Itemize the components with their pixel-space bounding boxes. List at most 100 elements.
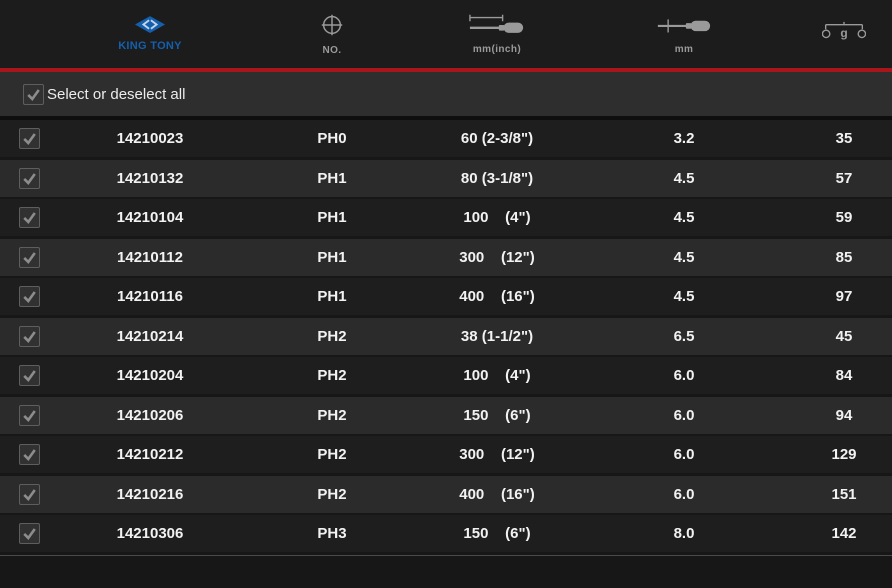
weight-cell: 45: [796, 328, 892, 345]
row-checkbox[interactable]: [19, 365, 40, 386]
length-cell: 400 (16"): [422, 288, 572, 305]
diameter-cell: 4.5: [572, 288, 796, 305]
tip-size-cell: PH2: [242, 367, 422, 384]
table-row[interactable]: 14210023 PH0 60 (2-3/8") 3.2 35: [0, 120, 892, 157]
header-col-brand: KING TONY: [58, 16, 242, 52]
row-checkbox[interactable]: [19, 168, 40, 189]
diameter-cell: 6.0: [572, 486, 796, 503]
row-checkbox[interactable]: [19, 484, 40, 505]
table-row[interactable]: 14210104 PH1 100 (4") 4.5 59: [0, 199, 892, 236]
tip-size-cell: PH2: [242, 407, 422, 424]
select-all-bar: Select or deselect all: [0, 72, 892, 120]
checkmark-icon: [21, 288, 38, 305]
diameter-cell: 6.0: [572, 446, 796, 463]
table-row[interactable]: 14210306 PH3 150 (6") 8.0 142: [0, 515, 892, 552]
row-checkbox[interactable]: [19, 128, 40, 149]
king-tony-logo-icon: [135, 16, 165, 38]
checkmark-icon: [21, 525, 38, 542]
weight-cell: 94: [796, 407, 892, 424]
checkmark-icon: [21, 486, 38, 503]
weight-cell: 59: [796, 209, 892, 226]
part-number-cell: 14210206: [58, 407, 242, 424]
select-all-label: Select or deselect all: [47, 86, 185, 103]
weight-cell: 57: [796, 170, 892, 187]
table-row[interactable]: 14210116 PH1 400 (16") 4.5 97: [0, 278, 892, 315]
part-number-cell: 14210216: [58, 486, 242, 503]
row-checkbox[interactable]: [19, 247, 40, 268]
length-cell: 100 (4"): [422, 367, 572, 384]
scale-icon: g: [822, 19, 866, 50]
table-row[interactable]: 14210212 PH2 300 (12") 6.0 129: [0, 436, 892, 473]
header-label-diameter: mm: [675, 44, 694, 55]
tip-size-cell: PH2: [242, 328, 422, 345]
phillips-circle-icon: [319, 12, 345, 43]
part-number-cell: 14210214: [58, 328, 242, 345]
table-row[interactable]: 14210206 PH2 150 (6") 6.0 94: [0, 397, 892, 434]
row-checkbox[interactable]: [19, 326, 40, 347]
part-number-cell: 14210116: [58, 288, 242, 305]
table-row[interactable]: 14210132 PH1 80 (3-1/8") 4.5 57: [0, 160, 892, 197]
checkmark-icon: [21, 328, 38, 345]
tip-size-cell: PH3: [242, 525, 422, 542]
length-cell: 150 (6"): [422, 407, 572, 424]
weight-cell: 151: [796, 486, 892, 503]
diameter-cell: 8.0: [572, 525, 796, 542]
part-number-cell: 14210112: [58, 249, 242, 266]
length-cell: 80 (3-1/8"): [422, 170, 572, 187]
table-row[interactable]: 14210214 PH2 38 (1-1/2") 6.5 45: [0, 318, 892, 355]
tip-size-cell: PH2: [242, 486, 422, 503]
length-cell: 300 (12"): [422, 249, 572, 266]
table-row[interactable]: 14210112 PH1 300 (12") 4.5 85: [0, 239, 892, 276]
row-checkbox[interactable]: [19, 207, 40, 228]
weight-cell: 97: [796, 288, 892, 305]
checkmark-icon: [21, 209, 38, 226]
part-number-cell: 14210023: [58, 130, 242, 147]
diameter-cell: 4.5: [572, 249, 796, 266]
part-number-cell: 14210212: [58, 446, 242, 463]
checkmark-icon: [21, 446, 38, 463]
tip-size-cell: PH1: [242, 170, 422, 187]
row-checkbox[interactable]: [19, 444, 40, 465]
part-number-cell: 14210104: [58, 209, 242, 226]
tip-size-cell: PH2: [242, 446, 422, 463]
table-row[interactable]: 14210204 PH2 100 (4") 6.0 84: [0, 357, 892, 394]
weight-cell: 35: [796, 130, 892, 147]
part-number-cell: 14210306: [58, 525, 242, 542]
tip-size-cell: PH0: [242, 130, 422, 147]
header-col-part-no: NO.: [242, 12, 422, 56]
product-table-panel: KING TONY NO.: [0, 0, 892, 588]
product-rows: 14210023 PH0 60 (2-3/8") 3.2 35 14210132…: [0, 120, 892, 552]
header-col-length: mm(inch): [422, 13, 572, 55]
header-label-length: mm(inch): [473, 44, 521, 55]
header-col-weight: g: [796, 19, 892, 50]
checkmark-icon: [21, 130, 38, 147]
length-cell: 100 (4"): [422, 209, 572, 226]
table-row[interactable]: 14210216 PH2 400 (16") 6.0 151: [0, 476, 892, 513]
length-cell: 300 (12"): [422, 446, 572, 463]
diameter-cell: 6.5: [572, 328, 796, 345]
select-all-checkbox[interactable]: [23, 84, 44, 105]
diameter-cell: 6.0: [572, 407, 796, 424]
table-end-divider: [0, 555, 892, 556]
weight-cell: 129: [796, 446, 892, 463]
length-cell: 60 (2-3/8"): [422, 130, 572, 147]
row-checkbox[interactable]: [19, 523, 40, 544]
screwdriver-diameter-icon: [656, 13, 712, 42]
diameter-cell: 3.2: [572, 130, 796, 147]
screwdriver-length-icon: [469, 13, 525, 42]
checkmark-icon: [21, 249, 38, 266]
header-col-diameter: mm: [572, 13, 796, 55]
checkmark-icon: [21, 367, 38, 384]
row-checkbox[interactable]: [19, 286, 40, 307]
header-label-part-no: NO.: [323, 45, 342, 56]
length-cell: 400 (16"): [422, 486, 572, 503]
table-header: KING TONY NO.: [0, 0, 892, 68]
checkmark-icon: [25, 86, 42, 103]
row-checkbox[interactable]: [19, 405, 40, 426]
tip-size-cell: PH1: [242, 288, 422, 305]
length-cell: 38 (1-1/2"): [422, 328, 572, 345]
length-cell: 150 (6"): [422, 525, 572, 542]
weight-cell: 142: [796, 525, 892, 542]
tip-size-cell: PH1: [242, 249, 422, 266]
diameter-cell: 4.5: [572, 209, 796, 226]
